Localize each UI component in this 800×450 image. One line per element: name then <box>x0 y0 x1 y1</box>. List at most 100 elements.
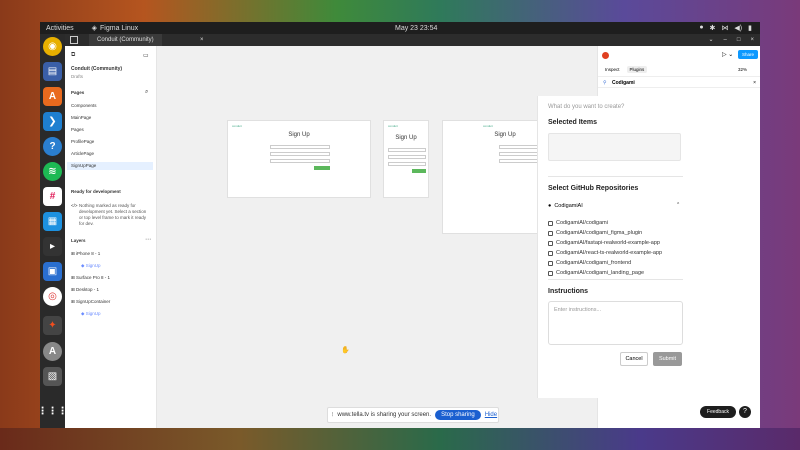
help-button[interactable]: ? <box>739 406 751 418</box>
layer-child-item[interactable]: ◆ SignUp <box>81 310 100 318</box>
tab-close-icon[interactable]: × <box>200 34 204 46</box>
terminal-icon[interactable]: ▸ <box>43 237 62 256</box>
chrome-icon[interactable]: ◎ <box>43 287 62 306</box>
app-menu[interactable]: ◈ Figma Linux <box>92 24 139 33</box>
instructions-header: Instructions <box>548 288 589 295</box>
layer-item[interactable]: ⊞ iPhone 8 - 1 <box>71 250 100 258</box>
layer-item[interactable]: ⊞ SignUpContainer <box>71 298 110 306</box>
screenshot-icon[interactable]: ▣ <box>43 262 62 281</box>
left-panel: ⧉ ▭ Conduit (Community) Drafts Pages ⌕ C… <box>65 46 157 428</box>
page-item[interactable]: ArticlePage <box>67 150 153 158</box>
spotify-icon[interactable]: ≋ <box>43 162 62 181</box>
drafts-label: Drafts <box>71 74 84 79</box>
record-icon[interactable]: ● <box>699 24 703 32</box>
package-icon[interactable]: ▧ <box>43 367 62 386</box>
repo-label: CodigamiAI/codigami_frontend <box>556 260 632 266</box>
figma-menu-icon[interactable] <box>70 36 78 44</box>
page-item[interactable]: MainPage <box>67 114 153 122</box>
drag-handle-icon[interactable]: ⦙ <box>332 412 333 419</box>
submit-button[interactable]: Submit <box>653 352 682 366</box>
repo-option[interactable]: CodigamiAI/codigami_landing_page <box>548 270 644 276</box>
close-plugin-icon[interactable]: × <box>753 77 756 89</box>
maximize-icon[interactable]: □ <box>737 34 741 46</box>
app-name: Figma Linux <box>100 24 139 32</box>
rhythmbox-icon[interactable]: ◉ <box>43 37 62 56</box>
chevron-down-icon[interactable]: ⌄ <box>708 34 713 46</box>
figma-logo-icon[interactable]: ⧉ <box>71 52 75 59</box>
slack-icon[interactable]: # <box>43 187 62 206</box>
select-repos-header: Select GitHub Repositories <box>548 185 639 192</box>
page-item-active[interactable]: SignUpPage <box>67 162 153 170</box>
figma-icon[interactable]: ✦ <box>43 316 62 335</box>
avatar[interactable] <box>602 52 609 59</box>
more-icon[interactable]: ⋯ <box>145 236 151 243</box>
docker-icon[interactable]: ▦ <box>43 212 62 231</box>
volume-icon[interactable]: ◀) <box>734 24 742 32</box>
tab-inspect[interactable]: Inspect <box>602 66 623 73</box>
tab-plugins[interactable]: Plugins <box>626 66 648 73</box>
frame-iphone[interactable]: conduit Sign Up <box>383 120 429 198</box>
screen-share-bar: ⦙ www.tella.tv is sharing your screen. S… <box>327 407 499 423</box>
network-icon[interactable]: ⋈ <box>721 24 728 32</box>
checkbox[interactable] <box>548 240 553 246</box>
repo-option[interactable]: CodigamiAI/codigami_frontend <box>548 260 631 266</box>
figma-tab-bar: Conduit (Community) × ⌄ – □ × <box>65 34 760 46</box>
layer-item[interactable]: ⊞ Desktop - 1 <box>71 286 99 294</box>
file-tab[interactable]: Conduit (Community) <box>89 34 162 46</box>
app-store-icon[interactable]: A <box>43 342 62 361</box>
system-top-bar: Activities ◈ Figma Linux May 23 23:54 ● … <box>40 22 760 34</box>
layer-child-item[interactable]: ◆ SignUp <box>81 262 100 270</box>
frame-desktop[interactable]: conduit Sign Up <box>227 120 371 198</box>
search-icon[interactable]: ⌕ <box>145 89 148 96</box>
vscode-icon[interactable]: ❯ <box>43 112 62 131</box>
show-apps-icon[interactable]: ⋮⋮⋮ <box>38 402 68 421</box>
activities-button[interactable]: Activities <box>46 25 74 32</box>
bluetooth-icon[interactable]: ✱ <box>710 24 716 32</box>
repo-option[interactable]: CodigamiAI/fastapi-realworld-example-app <box>548 240 660 246</box>
battery-icon[interactable]: ▮ <box>748 24 752 32</box>
feedback-button[interactable]: Feedback <box>700 406 736 418</box>
close-icon[interactable]: × <box>750 34 754 46</box>
frame-input <box>270 145 330 149</box>
clock[interactable]: May 23 23:54 <box>395 25 437 32</box>
design-canvas[interactable]: conduit Sign Up conduit Sign Up conduit … <box>157 46 597 428</box>
instructions-input[interactable]: Enter instructions... <box>548 301 683 345</box>
selected-items-header: Selected Items <box>548 119 598 126</box>
stop-sharing-button[interactable]: Stop sharing <box>435 410 481 420</box>
page-item[interactable]: ProfilePage <box>67 138 153 146</box>
checkbox[interactable] <box>548 250 553 256</box>
repo-option[interactable]: CodigamiAI/codigami_figma_plugin <box>548 230 642 236</box>
help-app-icon[interactable]: ? <box>43 137 62 156</box>
play-icon[interactable]: ▷ ⌄ <box>722 51 733 58</box>
plugin-header: ⚲ Codigami × <box>598 76 760 88</box>
minimize-icon[interactable]: – <box>724 34 727 46</box>
files-icon[interactable]: ▤ <box>43 62 62 81</box>
panel-tabs: Inspect Plugins <box>602 66 648 73</box>
page-item[interactable]: Pages <box>67 126 153 134</box>
panel-toggle-icon[interactable]: ▭ <box>143 52 149 59</box>
share-button[interactable]: Share <box>738 50 758 59</box>
chevron-up-icon[interactable]: ⌃ <box>676 202 680 208</box>
zoom-level[interactable]: 32% <box>738 67 747 72</box>
plugin-icon: ⚲ <box>603 80 607 86</box>
repo-option[interactable]: CodigamiAI/codigami <box>548 220 608 226</box>
checkbox[interactable] <box>548 270 553 276</box>
checkbox[interactable] <box>548 220 553 226</box>
checkbox[interactable] <box>548 260 553 266</box>
layer-item[interactable]: ⊞ Surface Pro 8 - 1 <box>71 274 110 282</box>
cancel-button[interactable]: Cancel <box>620 352 648 366</box>
system-tray[interactable]: ● ✱ ⋈ ◀) ▮ <box>699 24 752 32</box>
project-name[interactable]: Conduit (Community) <box>71 66 122 72</box>
desktop-background <box>0 428 800 450</box>
codigami-plugin: What do you want to create? Selected Ite… <box>537 96 760 398</box>
software-center-icon[interactable]: A <box>43 87 62 106</box>
checkbox[interactable] <box>548 230 553 236</box>
layers-header: Layers <box>71 238 86 243</box>
hide-link[interactable]: Hide <box>485 412 497 418</box>
org-toggle[interactable]: ● CodigamiAI <box>548 203 583 209</box>
ready-header: Ready for development <box>71 189 121 194</box>
divider <box>548 176 683 177</box>
frame-button <box>412 169 426 173</box>
repo-option[interactable]: CodigamiAI/react-ts-realworld-example-ap… <box>548 250 662 256</box>
page-item[interactable]: Components <box>67 102 153 110</box>
